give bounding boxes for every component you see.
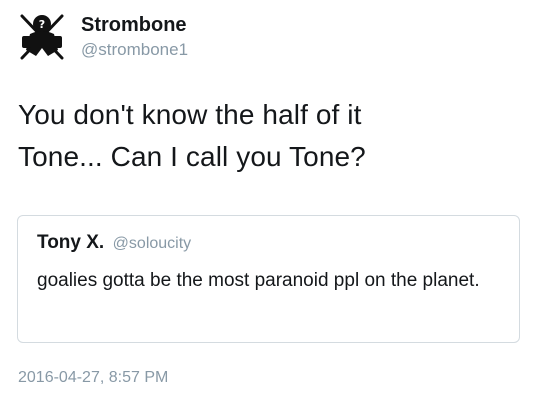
quoted-tweet-card[interactable]: Tony X. @soloucity goalies gotta be the … — [17, 215, 520, 343]
author-display-name[interactable]: Strombone — [81, 13, 187, 37]
tweet-text: You don't know the half of it Tone... Ca… — [18, 99, 366, 172]
quoted-tweet-text: goalies gotta be the most paranoid ppl o… — [37, 270, 480, 291]
tweet-timestamp[interactable]: 2016-04-27, 8:57 PM — [18, 368, 168, 388]
avatar[interactable]: ? — [18, 12, 66, 60]
quoted-author-handle: @soloucity — [112, 235, 192, 252]
quoted-tweet-header: Tony X. @soloucity — [37, 232, 191, 254]
tweet: ? Strombone @strombone1 You don't know t… — [0, 0, 540, 408]
author-handle[interactable]: @strombone1 — [81, 40, 188, 60]
goalie-avatar-icon: ? — [20, 14, 64, 60]
quoted-author-display-name: Tony X. — [37, 232, 105, 253]
svg-text:?: ? — [39, 18, 45, 31]
